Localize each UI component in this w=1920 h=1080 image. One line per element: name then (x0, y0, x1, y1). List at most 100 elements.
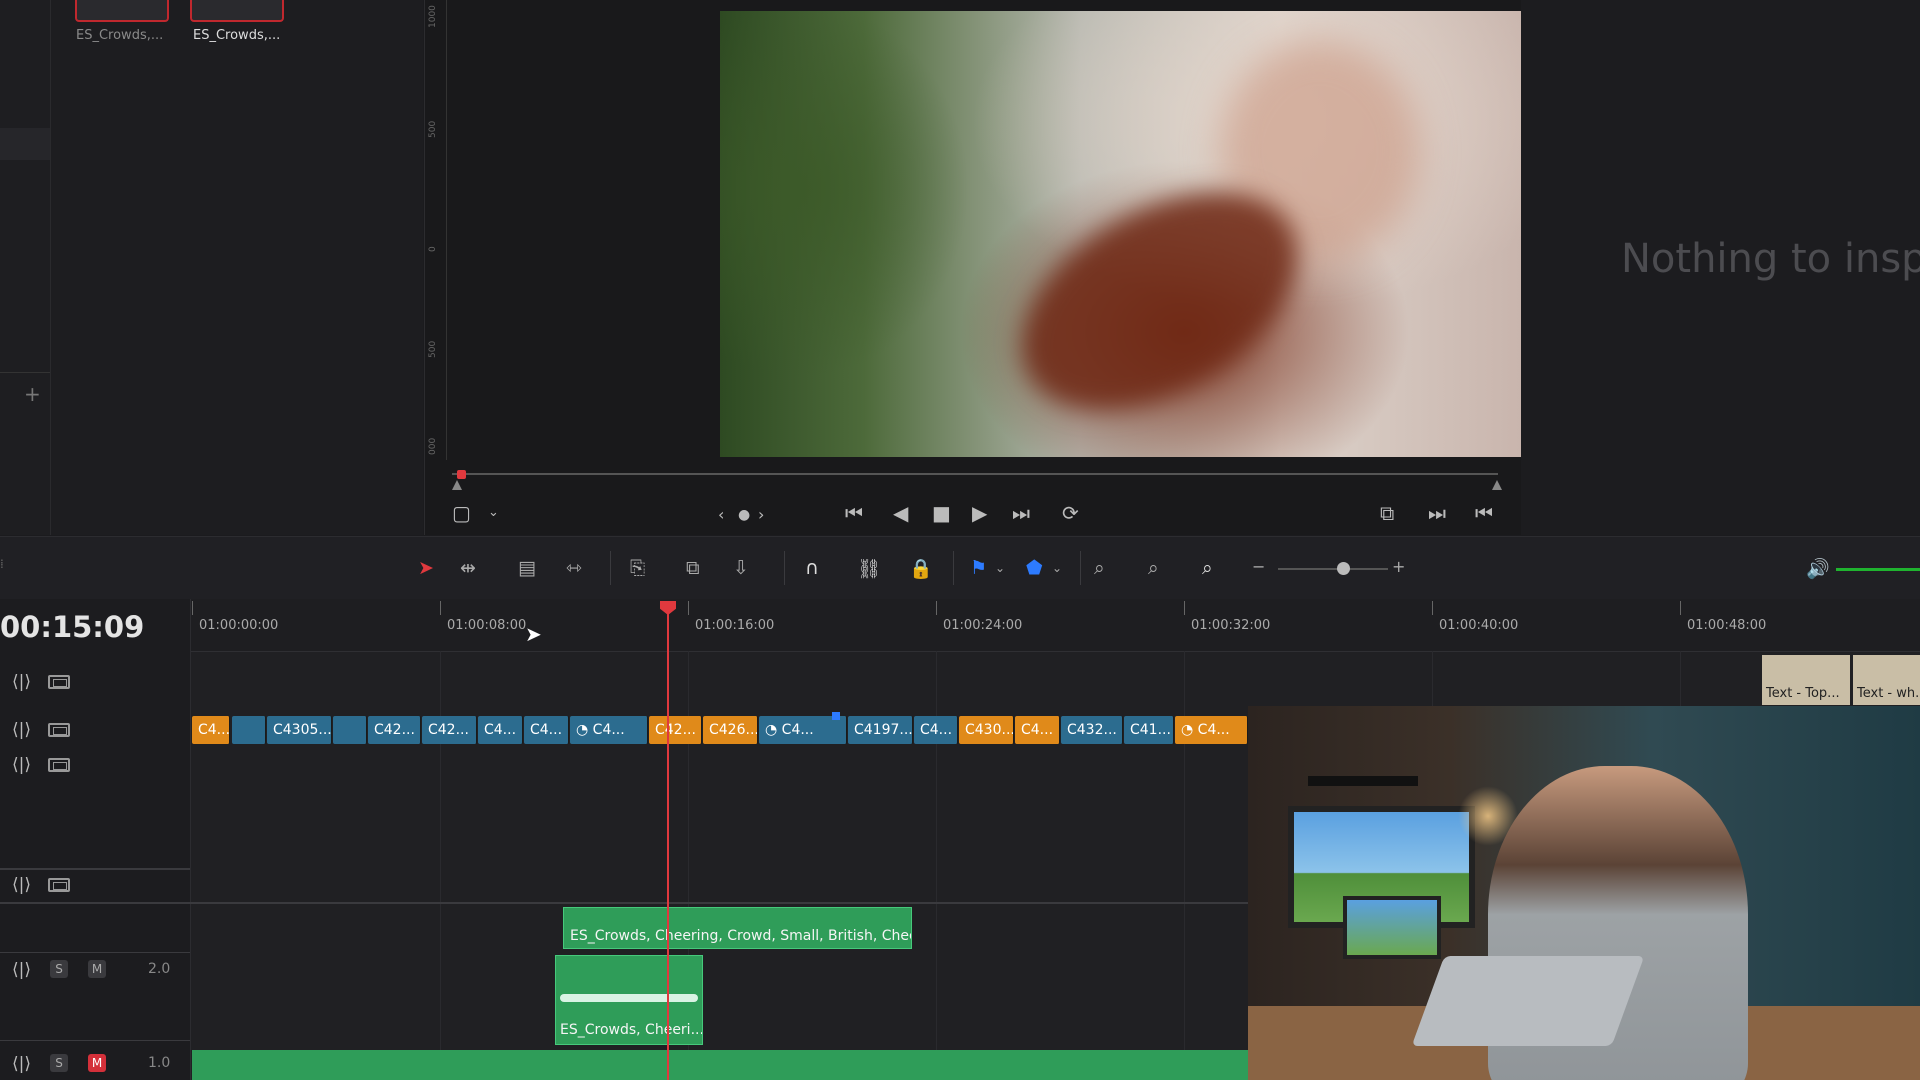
media-thumbnail[interactable] (75, 0, 169, 22)
in-point-marker[interactable] (452, 480, 462, 490)
track-level: 1.0 (148, 1055, 171, 1071)
zoom-full-icon[interactable]: ⌕ (1094, 557, 1105, 579)
zoom-detail-icon[interactable]: ⌕ (1148, 557, 1159, 579)
divider (0, 372, 50, 373)
insert-clip-icon[interactable]: ⎘ (630, 557, 645, 579)
chevron-down-icon[interactable]: ⌄ (488, 503, 499, 523)
linked-selection-icon[interactable]: ⛓ (857, 557, 881, 580)
video-clip[interactable]: C4197... (848, 716, 913, 744)
track-resize-icon[interactable]: ⟨|⟩ (12, 672, 31, 692)
play-icon[interactable]: ▶ (972, 503, 987, 523)
chevron-down-icon[interactable]: ⌄ (995, 561, 1005, 575)
scrubber-playhead[interactable] (457, 470, 466, 479)
track-resize-icon[interactable]: ⟨|⟩ (12, 960, 31, 980)
previous-edit-icon[interactable]: ⏮ (1475, 503, 1493, 523)
selection-tool-icon[interactable]: ➤ (418, 557, 434, 579)
selected-bin[interactable] (0, 128, 50, 160)
inspector-empty-message: Nothing to inspe (1621, 236, 1920, 282)
ruler-label: 01:00:40:00 (1439, 618, 1519, 633)
next-edit-icon[interactable]: ⏭ (1428, 503, 1446, 523)
panel-strip: + (0, 0, 51, 535)
zoom-out-icon[interactable]: − (1252, 557, 1265, 576)
ruler-tick: 1000 (428, 5, 438, 28)
video-clip[interactable]: C42... (368, 716, 421, 744)
video-clip[interactable]: C41... (1124, 716, 1174, 744)
media-thumbnail-label: ES_Crowds,... (76, 28, 164, 43)
scrubber-track[interactable] (452, 473, 1498, 475)
media-thumbnail-selected[interactable] (190, 0, 284, 22)
solo-button[interactable]: S (50, 1054, 68, 1072)
text-clip[interactable]: Text - wh... (1853, 655, 1920, 705)
play-reverse-icon[interactable]: ◀ (893, 503, 908, 523)
video-clip[interactable]: C426... (703, 716, 758, 744)
jog-dot-icon[interactable]: ● (738, 505, 750, 525)
transform-icon[interactable]: ▢ (452, 503, 471, 523)
mute-button[interactable]: M (88, 960, 106, 978)
video-clip[interactable]: ◔ C4... (570, 716, 648, 744)
clip-label: Text - wh... (1857, 686, 1920, 701)
ruler-tick: 000 (428, 437, 438, 455)
ruler-major-tick (1184, 601, 1185, 615)
video-clip[interactable]: C42... (649, 716, 702, 744)
video-clip[interactable]: C4305... (267, 716, 332, 744)
mute-button-active[interactable]: M (88, 1054, 106, 1072)
chevron-down-icon[interactable]: ⌄ (1052, 561, 1062, 575)
track-resize-icon[interactable]: ⟨|⟩ (12, 755, 31, 775)
laptop (1411, 956, 1645, 1046)
clip-label: C4305... (273, 722, 332, 738)
video-clip[interactable]: C430... (959, 716, 1014, 744)
dynamic-trim-icon[interactable]: ▤ (518, 557, 536, 579)
ruler-major-tick (688, 601, 689, 615)
zoom-in-icon[interactable]: + (1392, 557, 1405, 576)
marker-icon[interactable]: ⬟ (1026, 557, 1043, 579)
position-lock-icon[interactable]: 🔒 (909, 557, 933, 580)
trim-tool-icon[interactable]: ⇹ (460, 557, 476, 579)
timeline-playhead[interactable] (667, 605, 669, 1080)
ruler-tick: 0 (428, 246, 438, 252)
video-clip[interactable]: C4... (914, 716, 958, 744)
inspector-panel: Nothing to inspe (1521, 0, 1920, 535)
secondary-monitor (1343, 896, 1441, 959)
overwrite-clip-icon[interactable]: ⧉ (686, 557, 700, 579)
clip-marker[interactable] (832, 712, 840, 720)
zoom-slider-knob[interactable] (1337, 562, 1350, 575)
track-resize-icon[interactable]: ⟨|⟩ (12, 720, 31, 740)
match-frame-icon[interactable]: ⧉ (1380, 503, 1394, 523)
skip-to-end-icon[interactable]: ⏭ (1012, 503, 1030, 523)
video-clip[interactable]: C4... (524, 716, 569, 744)
toolbar-separator (953, 551, 954, 585)
timeline-ruler[interactable]: 01:00:00:00 01:00:08:00 01:00:16:00 01:0… (191, 599, 1920, 652)
track-resize-icon[interactable]: ⟨|⟩ (12, 1054, 31, 1074)
skip-to-start-icon[interactable]: ⏮ (845, 503, 863, 523)
video-clip[interactable]: ◔ C4... (1175, 716, 1248, 744)
loop-icon[interactable]: ⟳ (1062, 503, 1079, 523)
audio-clip[interactable]: ES_Crowds, Cheering, Crowd, Small, Briti… (563, 907, 912, 949)
video-clip[interactable]: C4... (478, 716, 523, 744)
zoom-slider-track[interactable] (1278, 568, 1388, 570)
video-clip[interactable] (232, 716, 266, 744)
audio-clip[interactable]: ES_Crowds, Cheeri... (555, 955, 703, 1045)
jog-left-icon[interactable]: ‹ (718, 505, 724, 525)
video-clip[interactable]: C4... (192, 716, 230, 744)
viewer-scrubber[interactable] (452, 470, 1502, 494)
solo-button[interactable]: S (50, 960, 68, 978)
add-bin-icon[interactable]: + (24, 382, 41, 406)
music-clip[interactable] (192, 1050, 1248, 1080)
volume-meter[interactable] (1836, 568, 1920, 571)
webcam-overlay (1248, 706, 1920, 1080)
flag-icon[interactable]: ⚑ (970, 557, 987, 579)
replace-clip-icon[interactable]: ⇩ (733, 557, 749, 579)
video-clip[interactable] (333, 716, 367, 744)
snapping-icon[interactable]: ∩ (805, 557, 819, 579)
text-clip[interactable]: Text - Top... (1762, 655, 1850, 705)
jog-right-icon[interactable]: › (758, 505, 764, 525)
video-clip[interactable]: C42... (422, 716, 477, 744)
blade-tool-icon[interactable]: ⇿ (566, 557, 582, 579)
video-clip[interactable]: C4... (1015, 716, 1060, 744)
stop-icon[interactable]: ■ (932, 503, 951, 523)
volume-icon[interactable]: 🔊 (1806, 557, 1830, 580)
video-clip[interactable]: ◔ C4... (759, 716, 847, 744)
track-resize-icon[interactable]: ⟨|⟩ (12, 875, 31, 895)
zoom-custom-icon[interactable]: ⌕ (1202, 557, 1213, 579)
video-clip[interactable]: C432... (1061, 716, 1123, 744)
